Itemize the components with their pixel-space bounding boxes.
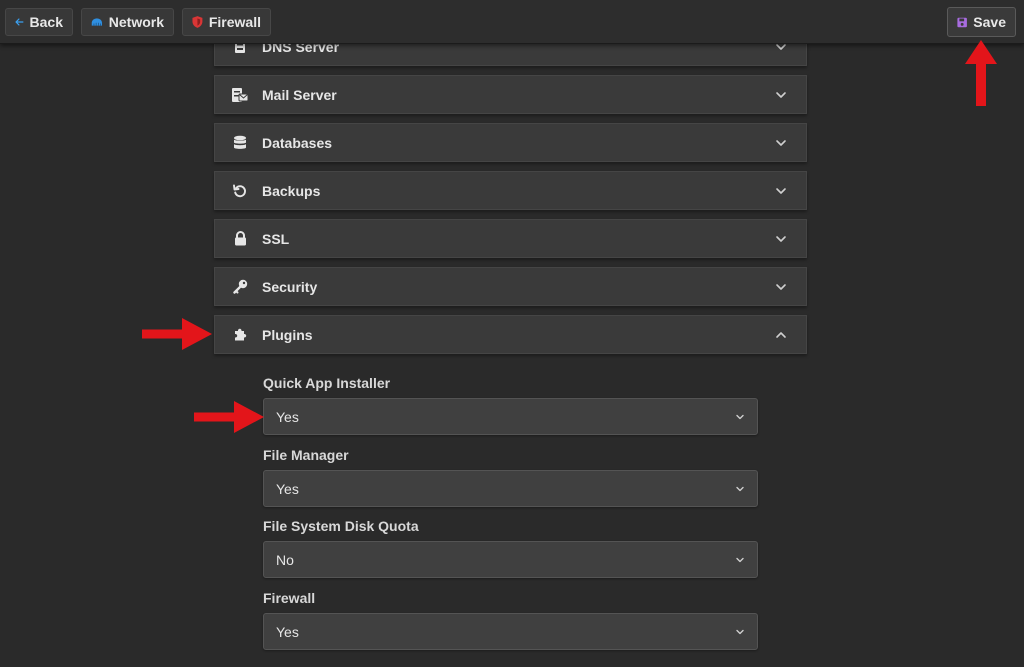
file-manager-select[interactable]: Yes bbox=[263, 470, 758, 507]
backup-icon bbox=[231, 182, 249, 200]
network-button-label: Network bbox=[108, 14, 164, 30]
chevron-up-icon bbox=[776, 331, 786, 338]
accordion-title: Security bbox=[262, 278, 318, 295]
select-value: Yes bbox=[276, 623, 299, 640]
save-button-label: Save bbox=[973, 14, 1006, 30]
key-icon bbox=[231, 278, 249, 296]
mail-server-icon bbox=[231, 86, 249, 104]
chevron-down-icon bbox=[776, 139, 786, 146]
chevron-down-icon bbox=[776, 235, 786, 242]
annotation-arrow-up bbox=[965, 40, 997, 106]
quick-app-installer-select[interactable]: Yes bbox=[263, 398, 758, 435]
accordion-item-databases[interactable]: Databases bbox=[214, 123, 807, 162]
floppy-disk-icon bbox=[957, 17, 967, 27]
database-icon bbox=[231, 134, 249, 152]
puzzle-icon bbox=[231, 326, 249, 344]
annotation-arrow-right bbox=[142, 318, 212, 350]
accordion-item-mail-server[interactable]: Mail Server bbox=[214, 75, 807, 114]
chevron-down-icon bbox=[776, 187, 786, 194]
shield-icon bbox=[192, 16, 203, 28]
accordion-item-security[interactable]: Security bbox=[214, 267, 807, 306]
accordion-title: Plugins bbox=[262, 326, 313, 343]
accordion-title: SSL bbox=[262, 230, 290, 247]
firewall-select[interactable]: Yes bbox=[263, 613, 758, 650]
accordion-item-backups[interactable]: Backups bbox=[214, 171, 807, 210]
accordion-title: Backups bbox=[262, 182, 321, 199]
save-button[interactable]: Save bbox=[947, 7, 1016, 37]
firewall-button[interactable]: Firewall bbox=[182, 8, 271, 36]
select-value: No bbox=[276, 551, 294, 568]
accordion-item-plugins[interactable]: Plugins bbox=[214, 315, 807, 354]
file-system-disk-quota-select[interactable]: No bbox=[263, 541, 758, 578]
file-manager-label: File Manager bbox=[263, 447, 349, 463]
chevron-down-icon bbox=[736, 414, 744, 419]
annotation-arrow-right bbox=[194, 401, 264, 433]
network-button[interactable]: Network bbox=[81, 8, 174, 36]
quick-app-installer-label: Quick App Installer bbox=[263, 375, 391, 391]
chevron-down-icon bbox=[776, 91, 786, 98]
accordion-item-ssl[interactable]: SSL bbox=[214, 219, 807, 258]
accordion-title: Mail Server bbox=[262, 86, 337, 103]
back-button[interactable]: Back bbox=[5, 8, 73, 36]
accordion-title: Databases bbox=[262, 134, 333, 151]
back-button-label: Back bbox=[29, 14, 63, 30]
chevron-down-icon bbox=[776, 283, 786, 290]
lock-icon bbox=[231, 230, 249, 248]
select-value: Yes bbox=[276, 408, 299, 425]
top-toolbar: Back Network Firewall Save bbox=[0, 0, 1024, 44]
select-value: Yes bbox=[276, 480, 299, 497]
chevron-down-icon bbox=[736, 557, 744, 562]
arrow-left-icon bbox=[15, 18, 24, 26]
chevron-down-icon bbox=[736, 486, 744, 491]
network-icon bbox=[91, 18, 103, 26]
firewall-label: Firewall bbox=[263, 590, 316, 606]
file-system-disk-quota-label: File System Disk Quota bbox=[263, 518, 419, 534]
firewall-button-label: Firewall bbox=[208, 14, 261, 30]
chevron-down-icon bbox=[736, 629, 744, 634]
